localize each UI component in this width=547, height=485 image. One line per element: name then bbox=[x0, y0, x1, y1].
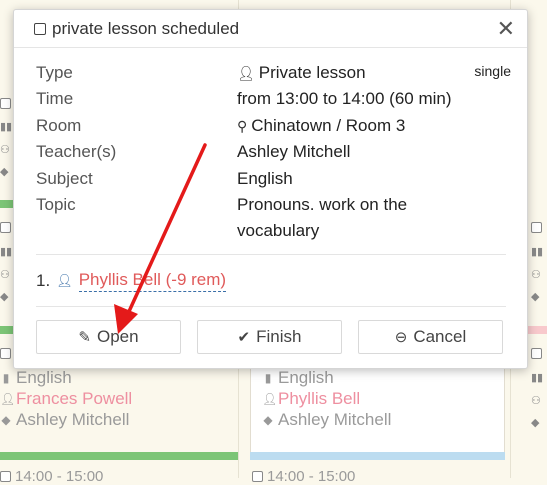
book-icon: ▮▮ bbox=[0, 121, 13, 133]
lesson-time[interactable]: 14:00 - 15:00 bbox=[252, 468, 355, 485]
time-value: from 13:00 to 14:00 (60 min) bbox=[237, 89, 452, 108]
check-icon: ✔ bbox=[237, 329, 251, 346]
lesson-subject: ▮ English bbox=[0, 368, 72, 388]
lesson-status-strip bbox=[0, 452, 238, 460]
student-entry: 1. 👤︎ Phyllis Bell (-9 rem) bbox=[36, 270, 227, 292]
edit-icon: ✎ bbox=[78, 329, 91, 346]
lesson-checkbox[interactable] bbox=[0, 222, 11, 233]
person-icon: ⚇ bbox=[531, 395, 541, 407]
book-icon: ▮▮ bbox=[531, 372, 544, 384]
book-icon: ▮ bbox=[264, 371, 272, 385]
topic-label: Topic bbox=[36, 195, 76, 214]
popup-title: private lesson scheduled bbox=[52, 18, 240, 38]
map-pin-icon: ⚲ bbox=[237, 118, 248, 134]
close-icon[interactable]: ✕ bbox=[497, 17, 515, 40]
lesson-checkbox[interactable] bbox=[0, 98, 11, 109]
lesson-checkbox[interactable] bbox=[531, 222, 542, 233]
book-icon: ▮▮ bbox=[531, 246, 544, 258]
divider bbox=[36, 254, 506, 255]
book-icon: ▮ bbox=[2, 371, 10, 385]
lesson-subject: ▮ English bbox=[262, 368, 334, 388]
open-button[interactable]: ✎ Open bbox=[36, 320, 181, 354]
room-label: Room bbox=[36, 116, 82, 135]
lesson-teacher: ◆ Ashley Mitchell bbox=[263, 410, 392, 429]
lesson-status-strip bbox=[0, 326, 13, 334]
person-icon: 👤︎ bbox=[0, 392, 16, 406]
teacher-icon: ◆ bbox=[531, 291, 540, 303]
divider bbox=[36, 306, 506, 307]
teacher-icon: ◆ bbox=[263, 413, 273, 427]
teacher-icon: ◆ bbox=[0, 166, 9, 178]
person-icon: 👤︎ bbox=[237, 65, 255, 81]
type-label: Type bbox=[36, 63, 73, 82]
finish-button[interactable]: ✔ Finish bbox=[197, 320, 342, 354]
topic-value-line2: vocabulary bbox=[237, 221, 320, 240]
person-icon: ⚇ bbox=[531, 269, 541, 281]
lesson-checkbox[interactable] bbox=[531, 348, 542, 359]
cancel-button[interactable]: ⊖ Cancel bbox=[358, 320, 503, 354]
student-number: 1. bbox=[36, 271, 51, 290]
time-label: Time bbox=[36, 89, 74, 108]
teacher-icon: ◆ bbox=[531, 417, 540, 429]
lesson-student[interactable]: 👤︎ Frances Powell bbox=[0, 389, 132, 409]
teacher-icon: ◆ bbox=[1, 413, 11, 427]
lesson-student[interactable]: 👤︎ Phyllis Bell bbox=[262, 389, 360, 409]
type-value: 👤︎ Private lesson bbox=[237, 63, 366, 82]
popup-header: private lesson scheduled ✕ bbox=[14, 10, 527, 48]
teacher-label: Teacher(s) bbox=[36, 142, 117, 161]
teacher-icon: ◆ bbox=[0, 291, 9, 303]
lesson-checkbox[interactable] bbox=[0, 471, 11, 482]
minus-circle-icon: ⊖ bbox=[394, 329, 408, 346]
lesson-status-strip bbox=[528, 326, 547, 334]
teacher-link[interactable]: Ashley Mitchell bbox=[237, 142, 350, 162]
lesson-status-strip bbox=[250, 452, 505, 460]
person-icon: 👤︎ bbox=[56, 273, 73, 288]
lesson-kind-badge: single bbox=[474, 63, 511, 79]
lesson-time[interactable]: 14:00 - 15:00 bbox=[0, 468, 103, 485]
popup-actions: ✎ Open ✔ Finish ⊖ Cancel bbox=[36, 320, 506, 354]
lesson-teacher: ◆ Ashley Mitchell bbox=[1, 410, 130, 429]
person-icon: ⚇ bbox=[0, 269, 10, 281]
lesson-popup: private lesson scheduled ✕ single Type 👤… bbox=[13, 9, 528, 369]
person-icon: ⚇ bbox=[0, 144, 10, 156]
subject-label: Subject bbox=[36, 169, 93, 188]
topic-value-line1: Pronouns. work on the bbox=[237, 195, 408, 214]
person-icon: 👤︎ bbox=[262, 392, 278, 406]
book-icon: ▮▮ bbox=[0, 246, 13, 258]
subject-value: English bbox=[237, 169, 293, 188]
checkbox-icon bbox=[34, 22, 46, 35]
lesson-checkbox[interactable] bbox=[0, 348, 11, 359]
lesson-status-strip bbox=[0, 200, 13, 208]
room-value: ⚲ Chinatown / Room 3 bbox=[237, 116, 406, 135]
student-name-link[interactable]: Phyllis Bell (-9 rem) bbox=[78, 270, 227, 292]
lesson-checkbox[interactable] bbox=[252, 471, 263, 482]
